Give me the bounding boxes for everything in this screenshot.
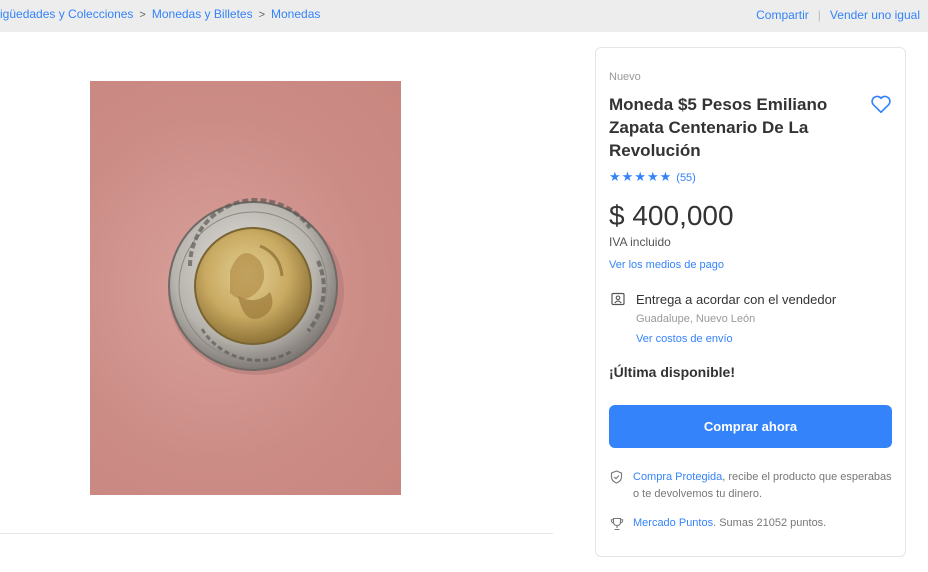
heart-icon[interactable] (870, 93, 892, 115)
breadcrumb: igüedades y Colecciones > Monedas y Billet… (0, 7, 320, 21)
product-title: Moneda $5 Pesos Emiliano Zapata Centenar… (609, 95, 828, 160)
purchase-card: Nuevo Moneda $5 Pesos Emiliano Zapata Ce… (595, 47, 906, 557)
breadcrumb-item-antiguedades[interactable]: igüedades y Colecciones (0, 7, 133, 21)
condition-label: Nuevo (609, 71, 641, 83)
top-bar: igüedades y Colecciones > Monedas y Billet… (0, 0, 928, 32)
shipping-costs-link[interactable]: Ver costos de envío (636, 333, 733, 345)
price: $ 400,000 (609, 200, 734, 231)
buy-now-button[interactable]: Comprar ahora (609, 405, 892, 448)
delivery-text: Entrega a acordar con el vendedor (636, 292, 837, 307)
sell-similar-link[interactable]: Vender uno igual (830, 8, 920, 22)
seller-location: Guadalupe, Nuevo León (636, 313, 756, 325)
rating-count: (55) (676, 172, 696, 184)
purchase-protection: Compra Protegida, recibe el producto que… (633, 469, 893, 503)
breadcrumb-separator: > (258, 9, 266, 21)
payment-methods-link[interactable]: Ver los medios de pago (609, 259, 724, 271)
gallery-divider (0, 533, 553, 534)
breadcrumb-separator: > (139, 9, 146, 21)
loyalty-points-text: . Sumas 21052 puntos. (713, 517, 827, 529)
loyalty-points: Mercado Puntos. Sumas 21052 puntos. (633, 517, 826, 529)
top-actions: Compartir | Vender uno igual (756, 8, 920, 22)
product-page: Nuevo Moneda $5 Pesos Emiliano Zapata Ce… (0, 32, 928, 572)
product-photo[interactable] (90, 81, 401, 495)
star-icon: ★ (646, 169, 659, 184)
coin-image (168, 198, 344, 375)
breadcrumb-item-monedas-billetes[interactable]: Monedas y Billetes (152, 7, 253, 21)
star-icon: ★ (621, 169, 634, 184)
person-card-icon (611, 292, 625, 306)
rating[interactable]: ★★★★★ (55) (609, 169, 696, 185)
share-link[interactable]: Compartir (756, 8, 809, 22)
action-divider: | (817, 8, 821, 22)
purchase-protection-link[interactable]: Compra Protegida (633, 471, 722, 483)
star-icon: ★ (609, 169, 621, 184)
shield-check-icon (610, 470, 623, 484)
trophy-icon (610, 517, 624, 531)
stock-status: ¡Última disponible! (609, 364, 735, 380)
loyalty-points-link[interactable]: Mercado Puntos (633, 517, 713, 529)
star-icon: ★ (659, 169, 672, 184)
star-icon: ★ (634, 169, 646, 184)
tax-note: IVA incluido (609, 235, 671, 249)
breadcrumb-item-monedas[interactable]: Monedas (271, 7, 320, 21)
